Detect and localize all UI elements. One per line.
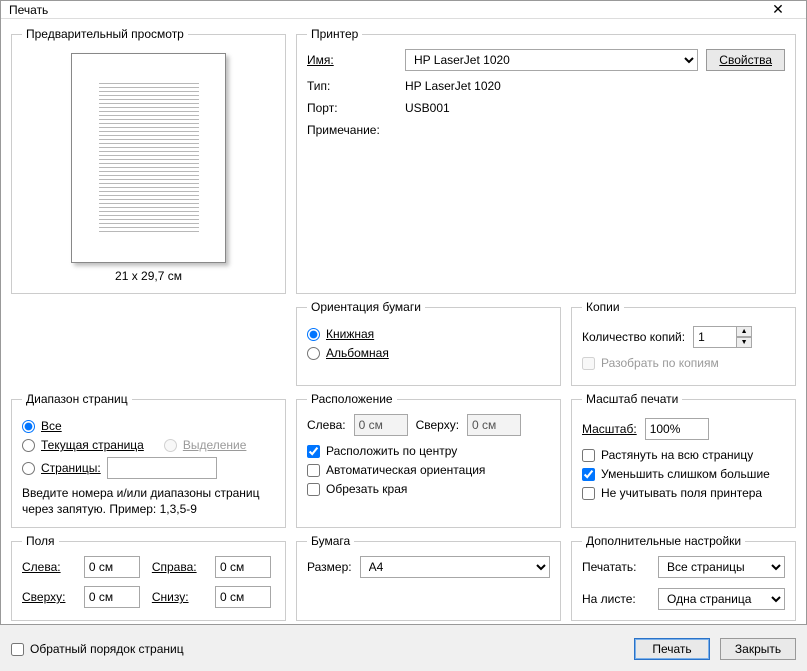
range-current-radio[interactable] [22,439,35,452]
margins-group: Поля Слева: Справа: Сверху: Снизу: [11,534,286,621]
layout-left-label: Слева: [307,418,346,432]
scale-ignore-margins-checkbox[interactable] [582,487,595,500]
extra-print-select[interactable]: Все страницы [658,556,785,578]
range-legend: Диапазон страниц [22,392,132,406]
close-button[interactable]: Закрыть [720,638,796,660]
layout-crop[interactable]: Обрезать края [307,482,550,496]
margin-right-label: Справа: [152,560,207,574]
layout-group: Расположение Слева: Сверху: Расположить … [296,392,561,528]
layout-crop-checkbox[interactable] [307,483,320,496]
range-hint: Введите номера и/или диапазоны страниц ч… [22,485,275,517]
printer-name-label: Имя: [307,53,397,67]
paper-size-label: Размер: [307,560,352,574]
collate-checkbox [582,357,595,370]
extra-group: Дополнительные настройки Печатать: Все с… [571,534,796,621]
layout-auto-orient[interactable]: Автоматическая ориентация [307,463,550,477]
print-dialog: Печать ✕ Предварительный просмотр 21 x 2… [0,0,807,625]
printer-note-label: Примечание: [307,123,397,137]
range-all[interactable]: Все [22,419,275,433]
orientation-legend: Ориентация бумаги [307,300,425,314]
scale-input[interactable] [645,418,709,440]
layout-legend: Расположение [307,392,397,406]
scale-fit[interactable]: Растянуть на всю страницу [582,448,785,462]
layout-left-input [354,414,408,436]
scale-ignore-margins[interactable]: Не учитывать поля принтера [582,486,785,500]
layout-center-checkbox[interactable] [307,445,320,458]
page-thumbnail [71,53,226,263]
layout-auto-orient-checkbox[interactable] [307,464,320,477]
copies-count-label: Количество копий: [582,330,685,344]
printer-group: Принтер Имя: HP LaserJet 1020 Свойства Т… [296,27,796,294]
copies-down-button[interactable]: ▼ [736,337,752,348]
printer-type-value: HP LaserJet 1020 [405,79,785,93]
extra-legend: Дополнительные настройки [582,534,745,548]
range-pages-input[interactable] [107,457,217,479]
collate-check: Разобрать по копиям [582,356,785,370]
print-button[interactable]: Печать [634,638,710,660]
reverse-order-checkbox[interactable] [11,643,24,656]
range-all-radio[interactable] [22,420,35,433]
margin-right-input[interactable] [215,556,271,578]
paper-legend: Бумага [307,534,354,548]
margin-bottom-label: Снизу: [152,590,207,604]
range-selection: Выделение [164,438,247,452]
orientation-group: Ориентация бумаги Книжная Альбомная [296,300,561,386]
preview-legend: Предварительный просмотр [22,27,188,41]
layout-top-label: Сверху: [416,418,459,432]
scale-legend: Масштаб печати [582,392,682,406]
orientation-landscape[interactable]: Альбомная [307,346,550,360]
preview-group: Предварительный просмотр 21 x 29,7 см [11,27,286,294]
extra-sheet-label: На листе: [582,592,648,606]
margin-left-label: Слева: [22,560,76,574]
reverse-order[interactable]: Обратный порядок страниц [11,642,184,656]
page-dimensions: 21 x 29,7 см [22,269,275,283]
margins-legend: Поля [22,534,59,548]
printer-name-select[interactable]: HP LaserJet 1020 [405,49,698,71]
margin-left-input[interactable] [84,556,140,578]
range-pages[interactable]: Страницы: [22,457,275,479]
paper-group: Бумага Размер: A4 [296,534,561,621]
range-pages-radio[interactable] [22,462,35,475]
scale-fit-checkbox[interactable] [582,449,595,462]
copies-up-button[interactable]: ▲ [736,326,752,337]
layout-center[interactable]: Расположить по центру [307,444,550,458]
copies-legend: Копии [582,300,624,314]
bottom-bar: Обратный порядок страниц Печать Закрыть [1,629,806,671]
landscape-radio[interactable] [307,347,320,360]
orientation-portrait[interactable]: Книжная [307,327,550,341]
extra-print-label: Печатать: [582,560,648,574]
scale-shrink-checkbox[interactable] [582,468,595,481]
scale-shrink[interactable]: Уменьшить слишком большие [582,467,785,481]
printer-legend: Принтер [307,27,362,41]
copies-group: Копии Количество копий: ▲ ▼ Разобрать по… [571,300,796,386]
close-icon[interactable]: ✕ [758,1,798,18]
range-current[interactable]: Текущая страница [22,438,144,452]
layout-top-input [467,414,521,436]
range-group: Диапазон страниц Все Текущая страница Вы… [11,392,286,528]
scale-label: Масштаб: [582,422,637,436]
margin-top-label: Сверху: [22,590,76,604]
paper-size-select[interactable]: A4 [360,556,550,578]
printer-type-label: Тип: [307,79,397,93]
scale-group: Масштаб печати Масштаб: Растянуть на всю… [571,392,796,528]
window-title: Печать [9,3,758,17]
extra-sheet-select[interactable]: Одна страница [658,588,785,610]
range-selection-radio [164,439,177,452]
copies-count-input[interactable] [693,326,737,348]
properties-button[interactable]: Свойства [706,49,785,71]
margin-bottom-input[interactable] [215,586,271,608]
printer-port-value: USB001 [405,101,785,115]
portrait-radio[interactable] [307,328,320,341]
titlebar: Печать ✕ [1,1,806,19]
printer-port-label: Порт: [307,101,397,115]
margin-top-input[interactable] [84,586,140,608]
